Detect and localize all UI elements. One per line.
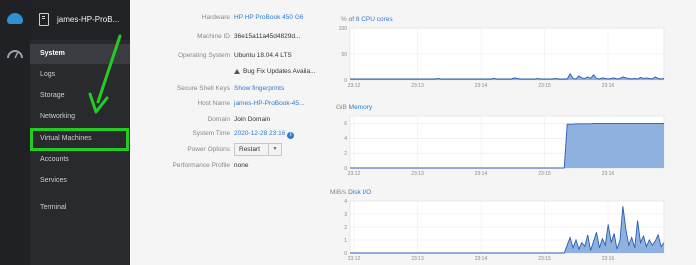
memory-chart-title: GiB Memory [336, 104, 372, 111]
memory-title: Memory [348, 104, 373, 111]
y-tick-label: 100 [339, 26, 348, 32]
machine-id-label: Machine ID [197, 33, 230, 40]
y-tick-label: 2 [344, 225, 347, 231]
ssh-keys-label: Secure Shell Keys [176, 85, 230, 92]
profile-row: Performance Profile [130, 159, 230, 172]
y-tick-label: 4 [344, 136, 347, 142]
app-rail [0, 0, 30, 265]
performance-profile-value[interactable]: none [234, 159, 248, 172]
computer-icon [39, 13, 49, 26]
x-tick-label: 23:12 [348, 83, 361, 89]
x-tick-label: 23:15 [538, 171, 551, 177]
x-tick-label: 23:15 [538, 256, 551, 262]
sidebar-item-label: Terminal [40, 204, 67, 211]
x-tick-label: 23:14 [475, 171, 488, 177]
host-name: james-HP-ProB... [57, 15, 120, 24]
machine-id-value: 36e15a11a45d4829d... [234, 33, 301, 40]
y-tick-label: 50 [341, 52, 347, 58]
cpu-chart: 10050023:12 23:13 23:14 23:15 23:16 [339, 26, 665, 89]
power-options-label: Power Options [187, 146, 230, 153]
sidebar-item-accounts[interactable]: Accounts [30, 150, 130, 170]
os-label: Operating System [177, 52, 230, 59]
x-tick-label: 23:16 [602, 171, 615, 177]
x-tick-label: 23:15 [538, 83, 551, 89]
y-tick-label: 3 [344, 212, 347, 218]
x-tick-label: 23:16 [602, 256, 615, 262]
os-value: Ubuntu 18.04.4 LTS [234, 52, 292, 59]
disk-chart: 4321023:12 23:13 23:14 23:15 23:16 [344, 199, 665, 262]
x-tick-label: 23:12 [348, 256, 361, 262]
restart-label: Restart [239, 146, 260, 153]
ssh-row: Secure Shell Keys [130, 82, 230, 95]
sidebar-item-terminal[interactable]: Terminal [30, 198, 130, 218]
hardware-label: Hardware [201, 14, 230, 21]
sidebar-item-label: Accounts [40, 156, 69, 163]
join-domain-link[interactable]: Join Domain [234, 113, 270, 126]
cockpit-logo-icon[interactable] [7, 13, 23, 24]
x-tick-label: 23:13 [411, 171, 424, 177]
hardware-link[interactable]: HP HP ProBook 450 G6 [234, 11, 304, 24]
sidebar-item-label: Services [40, 177, 67, 184]
annotation-arrow-icon [88, 34, 122, 114]
x-tick-label: 23:16 [602, 83, 615, 89]
system-time-value[interactable]: 2020-12-28 23:16 i [234, 127, 295, 140]
updates-text: Bug Fix Updates Availa... [243, 68, 316, 75]
memory-unit: GiB [336, 104, 347, 111]
domain-label: Domain [207, 116, 230, 123]
x-tick-label: 23:13 [411, 83, 424, 89]
x-tick-label: 23:13 [411, 256, 424, 262]
updates-link[interactable]: Bug Fix Updates Availa... [234, 65, 316, 78]
sidebar-item-label: Logs [40, 71, 56, 78]
x-tick-label: 23:14 [475, 256, 488, 262]
host-name-label: Host Name [197, 100, 230, 107]
x-tick-label: 23:12 [348, 171, 361, 177]
sidebar-item-services[interactable]: Services [30, 171, 130, 191]
y-tick-label: 2 [344, 151, 347, 157]
dashboard-icon[interactable] [6, 46, 24, 60]
cpu-title: of 8 CPU cores [348, 16, 393, 23]
system-time-row: System Time [130, 127, 230, 140]
host-name-row: Host Name [130, 97, 230, 110]
system-time-link[interactable]: 2020-12-28 23:16 [234, 130, 285, 137]
y-tick-label: 6 [344, 121, 347, 127]
warning-icon [234, 69, 240, 74]
power-row: Power Options [130, 143, 230, 156]
disk-chart-title: MiB/s Disk I/O [330, 189, 371, 196]
system-time-label: System Time [192, 130, 230, 137]
restart-button[interactable]: Restart ▼ [234, 143, 282, 156]
show-fingerprints-link[interactable]: Show fingerprints [234, 82, 284, 95]
host-name-link[interactable]: james-HP-ProBook-45... [234, 97, 304, 110]
memory-chart: 642023:12 23:13 23:14 23:15 23:16 [344, 115, 665, 177]
y-tick-label: 4 [344, 199, 347, 205]
os-row: Operating System [130, 49, 230, 62]
highlight-box [30, 128, 129, 151]
disk-unit: MiB/s [330, 189, 347, 196]
domain-row: Domain [130, 113, 230, 126]
disk-title: Disk I/O [348, 189, 372, 196]
cpu-chart-title: % of 8 CPU cores [341, 16, 393, 23]
info-icon[interactable]: i [287, 132, 295, 139]
hardware-row: Hardware [130, 11, 230, 24]
cpu-unit: % [341, 16, 347, 23]
machine-id-row: Machine ID [130, 30, 230, 43]
y-tick-label: 1 [344, 238, 347, 244]
performance-profile-label: Performance Profile [172, 162, 230, 169]
x-tick-label: 23:14 [475, 83, 488, 89]
chevron-down-icon[interactable]: ▼ [268, 144, 281, 155]
